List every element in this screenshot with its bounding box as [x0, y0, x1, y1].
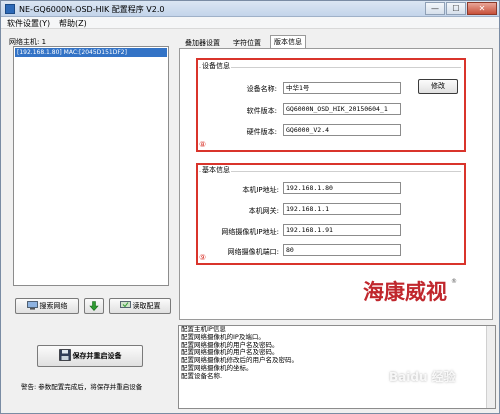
local-gateway-input[interactable]: 192.168.1.1 [283, 203, 401, 215]
camera-ip-input[interactable]: 192.168.1.91 [283, 224, 401, 236]
hardware-version-label: 硬件版本: [246, 128, 277, 136]
read-config-icon [119, 301, 131, 310]
camera-port-input[interactable]: 80 [283, 244, 401, 256]
device-info-title: 设备信息 [201, 61, 231, 71]
maximize-button[interactable]: ☐ [446, 2, 466, 15]
app-window: NE-GQ6000N-OSD-HIK 配置程序 V2.0 — ☐ ✕ 软件设置(… [0, 0, 500, 414]
tab-version-info[interactable]: 版本信息 [270, 35, 306, 48]
host-list-item[interactable]: [192.168.1.80] MAC:[2045D151DF2] [15, 48, 167, 57]
marker-8: ⑧ [199, 140, 207, 149]
read-config-label: 读取配置 [132, 302, 161, 310]
import-arrow-button[interactable] [84, 298, 104, 314]
window-title: NE-GQ6000N-OSD-HIK 配置程序 V2.0 [19, 5, 165, 14]
software-version-label: 软件版本: [246, 107, 277, 115]
minimize-button[interactable]: — [425, 2, 445, 15]
logo-text: 海康威视 [363, 279, 447, 304]
camera-port-label: 网络摄像机端口: [227, 248, 279, 256]
search-network-label: 搜索网络 [39, 302, 68, 310]
close-button[interactable]: ✕ [467, 2, 497, 15]
warning-text: 警告: 参数配置完成后，将保存并重启设备 [21, 383, 143, 391]
search-network-button[interactable]: 搜索网络 [15, 298, 79, 314]
local-gateway-label: 本机网关: [248, 207, 279, 215]
read-config-button[interactable]: 读取配置 [109, 298, 171, 314]
marker-9: ⑨ [199, 253, 207, 262]
modify-button[interactable]: 修改 [418, 79, 458, 94]
log-scrollbar[interactable] [486, 326, 495, 408]
device-name-label: 设备名称: [246, 85, 277, 93]
hikvision-logo: 海康威视 ® [359, 273, 459, 307]
basic-info-title: 基本信息 [201, 165, 231, 175]
arrow-down-icon [89, 301, 99, 313]
local-ip-label: 本机IP地址: [242, 186, 279, 194]
local-ip-input[interactable]: 192.168.1.80 [283, 182, 401, 194]
title-bar[interactable]: NE-GQ6000N-OSD-HIK 配置程序 V2.0 — ☐ ✕ [1, 1, 499, 17]
menu-bar: 软件设置(Y) 帮助(Z) [1, 17, 499, 29]
device-name-input[interactable]: 中华1号 [283, 82, 401, 94]
log-output[interactable]: 配置主机IP信息 配置网络摄像机的IP及端口。 配置网络摄像机的用户名及密码。 … [178, 325, 496, 409]
menu-software-settings[interactable]: 软件设置(Y) [7, 18, 50, 29]
hardware-version-field: GQ6000_V2.4 [283, 124, 401, 136]
save-restart-button[interactable]: 保存并重启设备 [37, 345, 143, 367]
software-version-field: GQ6000N_OSD_HIK_20150604_1 [283, 103, 401, 115]
camera-ip-label: 网络摄像机IP地址: [221, 228, 279, 236]
save-disk-icon [58, 349, 71, 361]
computer-icon [26, 301, 38, 310]
logo-reg: ® [451, 278, 457, 285]
host-list[interactable]: [192.168.1.80] MAC:[2045D151DF2] [13, 46, 169, 286]
menu-help[interactable]: 帮助(Z) [59, 18, 87, 29]
baidu-watermark: Baidu 经验 [389, 370, 456, 384]
app-icon [5, 4, 15, 14]
save-restart-label: 保存并重启设备 [72, 352, 122, 360]
